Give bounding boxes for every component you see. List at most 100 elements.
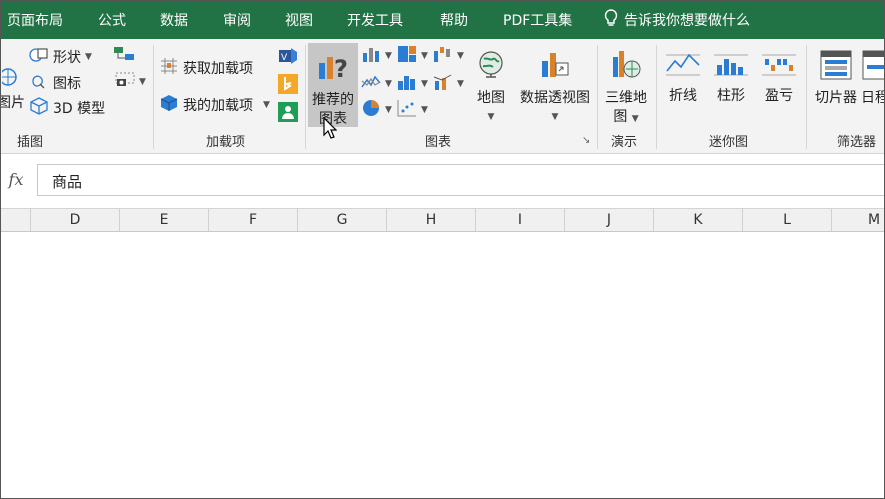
screenshot-button[interactable]: ▼ [115,72,146,92]
group-label-filters: 筛选器 [837,135,877,150]
timeline-button[interactable]: 日程 [861,49,884,108]
bing-maps-button[interactable] [277,73,299,99]
smartart-button[interactable] [113,46,135,66]
chevron-down-icon: ▼ [139,77,146,87]
worksheet-grid[interactable] [1,232,884,498]
get-addins-button[interactable]: 获取加载项 [159,57,253,79]
pictures-button[interactable]: 图片 [1,66,25,112]
combo-chart-button[interactable]: ▼ [433,73,464,95]
group-label-sparklines: 迷你图 [709,135,749,150]
hierarchy-chart-button[interactable]: ▼ [397,45,428,67]
3d-map-icon [601,49,651,87]
people-graph-button[interactable] [277,101,299,127]
bing-icon [277,73,299,99]
recommended-charts-label-1: 推荐的 [312,92,354,108]
screenshot-icon [115,72,135,92]
shapes-label: 形状 [53,50,81,66]
visio-icon: V [277,45,299,71]
sparkline-column-icon [711,51,751,85]
histogram-icon [397,73,417,95]
icons-button[interactable]: 图标 [29,72,81,94]
people-graph-icon [277,101,299,127]
store-icon [159,57,179,79]
line-chart-button[interactable]: ▼ [361,73,392,95]
chevron-down-icon: ▼ [385,51,392,61]
icons-label: 图标 [53,76,81,92]
column-header[interactable]: F [209,209,298,231]
pivot-chart-button[interactable]: 数据透视图 ▼ [515,49,595,127]
svg-text:V: V [281,53,288,63]
column-header[interactable]: M [832,209,884,231]
sparkline-winloss-button[interactable]: 盈亏 [759,51,799,106]
tab-view[interactable]: 视图 [285,1,313,39]
pie-chart-button[interactable]: ▼ [361,99,392,121]
map-chart-button[interactable]: 地图 ▼ [471,49,511,127]
chevron-down-icon: ▼ [487,112,495,122]
shapes-button[interactable]: 形状 ▼ [29,46,92,68]
smartart-icon [113,46,135,66]
ribbon-tab-bar: 页面布局 公式 数据 审阅 视图 开发工具 帮助 PDF工具集 告诉我你想要做什… [1,1,884,39]
waterfall-chart-button[interactable]: ▼ [433,45,464,67]
column-header[interactable]: E [120,209,209,231]
scatter-chart-button[interactable]: ▼ [397,99,428,121]
dialog-launcher-icon[interactable]: ↘ [582,135,590,146]
chevron-down-icon: ▼ [85,52,92,62]
pictures-label: 图片 [1,95,25,111]
line-chart-icon [361,73,381,95]
pivot-chart-label: 数据透视图 [520,90,590,106]
globe-icon [471,49,511,87]
sparkline-line-button[interactable]: 折线 [663,51,703,106]
sparkline-line-icon [663,51,703,85]
tab-formulas[interactable]: 公式 [98,1,126,39]
column-header[interactable]: K [654,209,743,231]
timeline-label: 日程 [861,90,884,106]
my-addins-label: 我的加载项 [183,98,253,114]
fx-icon[interactable]: fx [1,166,31,194]
icons-icon [29,72,49,94]
visio-button[interactable]: V [277,45,299,71]
slicer-button[interactable]: 切片器 [811,49,861,108]
tell-me-box[interactable]: 告诉我你想要做什么 [604,1,750,39]
column-header[interactable]: G [298,209,387,231]
sparkline-winloss-icon [759,51,799,85]
group-separator [806,45,807,149]
tab-pdf-tools[interactable]: PDF工具集 [503,1,572,39]
column-header-partial[interactable] [1,209,31,231]
my-addins-icon [159,94,179,116]
column-chart-button[interactable]: ▼ [361,45,392,67]
chevron-down-icon: ▼ [263,100,270,110]
sparkline-column-button[interactable]: 柱形 [711,51,751,106]
tab-page-layout[interactable]: 页面布局 [7,1,63,39]
sparkline-winloss-label: 盈亏 [765,88,793,104]
3d-models-button[interactable]: 3D 模型 [29,97,105,119]
column-header[interactable]: I [476,209,565,231]
column-header[interactable]: L [743,209,832,231]
picture-icon [1,66,20,92]
tab-review[interactable]: 审阅 [223,1,251,39]
statistic-chart-button[interactable]: ▼ [397,73,428,95]
tab-data[interactable]: 数据 [160,1,188,39]
group-label-addins: 加载项 [206,135,246,150]
scatter-chart-icon [397,99,417,121]
column-header[interactable]: D [31,209,120,231]
my-addins-button[interactable]: 我的加载项 ▼ [159,94,270,116]
tab-help[interactable]: 帮助 [440,1,468,39]
chevron-down-icon: ▼ [631,114,639,124]
group-label-illustrations: 插图 [17,135,44,150]
3d-map-button[interactable]: 三维地 图 ▼ [601,49,651,129]
chevron-down-icon: ▼ [551,112,559,122]
tell-me-text: 告诉我你想要做什么 [624,13,750,29]
group-separator [597,45,598,149]
get-addins-label: 获取加载项 [183,61,253,77]
group-label-tours: 演示 [611,135,638,150]
formula-input[interactable]: 商品 [37,164,884,196]
waterfall-icon [433,45,453,67]
tab-developer[interactable]: 开发工具 [347,1,403,39]
column-header[interactable]: J [565,209,654,231]
shapes-icon [29,46,49,68]
mouse-pointer-icon [323,116,338,143]
3d-map-label-1: 三维地 [605,90,647,106]
chevron-down-icon: ▼ [457,51,464,61]
column-header[interactable]: H [387,209,476,231]
svg-text:?: ? [334,55,348,83]
